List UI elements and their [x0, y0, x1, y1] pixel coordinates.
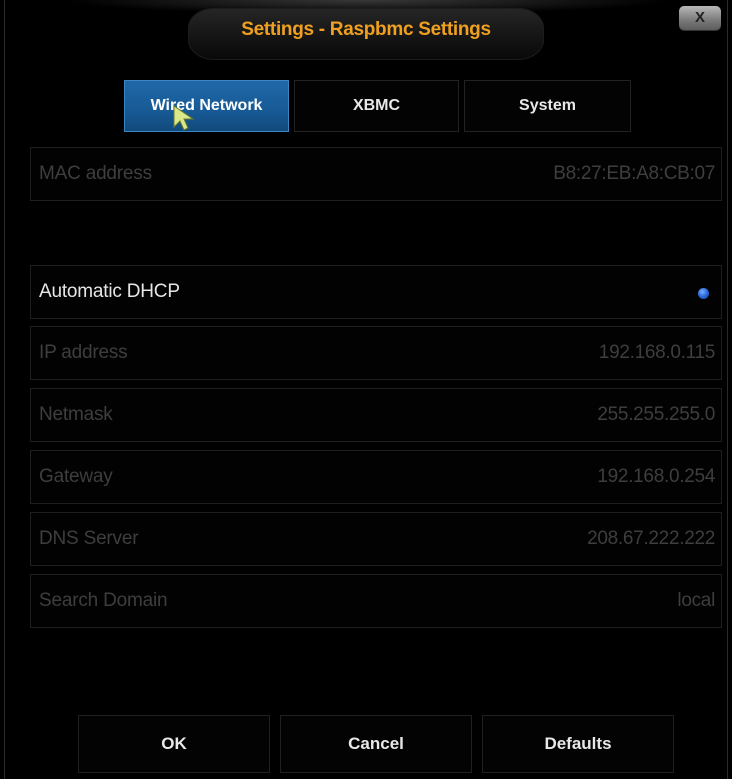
setting-value: B8:27:EB:A8:CB:07: [553, 163, 715, 184]
setting-label: Gateway: [39, 466, 113, 487]
mouse-pointer-icon: [173, 105, 195, 131]
button-label: Cancel: [348, 734, 404, 753]
setting-value: 192.168.0.115: [598, 342, 716, 363]
setting-value: local: [677, 590, 715, 611]
tab-wired-network[interactable]: Wired Network: [124, 80, 289, 132]
button-label: Defaults: [544, 734, 612, 753]
setting-mac-address: MAC address B8:27:EB:A8:CB:07: [30, 147, 722, 201]
setting-ip-address: IP address 192.168.0.115: [30, 326, 722, 380]
setting-label: MAC address: [39, 163, 152, 184]
settings-dialog: Settings - Raspbmc Settings X Wired Netw…: [0, 0, 732, 779]
defaults-button[interactable]: Defaults: [482, 715, 674, 773]
setting-label: Search Domain: [39, 590, 168, 611]
setting-netmask: Netmask 255.255.255.0: [30, 388, 722, 442]
tab-label: System: [519, 97, 576, 114]
setting-value: 255.255.255.0: [597, 404, 715, 425]
close-button[interactable]: X: [679, 6, 721, 30]
setting-search-domain: Search Domain local: [30, 574, 722, 628]
tab-label: XBMC: [352, 97, 401, 114]
button-label: OK: [161, 734, 187, 753]
tab-label: Wired Network: [150, 97, 263, 114]
setting-value: 192.168.0.254: [597, 466, 715, 487]
dialog-title: Settings - Raspbmc Settings: [241, 19, 491, 40]
setting-dns-server: DNS Server 208.67.222.222: [30, 512, 722, 566]
setting-label: DNS Server: [39, 528, 139, 549]
setting-automatic-dhcp[interactable]: Automatic DHCP: [30, 265, 722, 319]
ok-button[interactable]: OK: [78, 715, 270, 773]
setting-label: Automatic DHCP: [39, 281, 180, 302]
setting-label: Netmask: [39, 404, 113, 425]
tab-xbmc[interactable]: XBMC: [294, 80, 459, 132]
setting-label: IP address: [39, 342, 128, 363]
cancel-button[interactable]: Cancel: [280, 715, 472, 773]
setting-value: 208.67.222.222: [587, 528, 715, 549]
tab-system[interactable]: System: [464, 80, 631, 132]
title-bar: Settings - Raspbmc Settings X: [0, 0, 732, 70]
close-icon: X: [694, 9, 705, 26]
setting-gateway: Gateway 192.168.0.254: [30, 450, 722, 504]
radio-selected-icon[interactable]: [698, 288, 709, 299]
